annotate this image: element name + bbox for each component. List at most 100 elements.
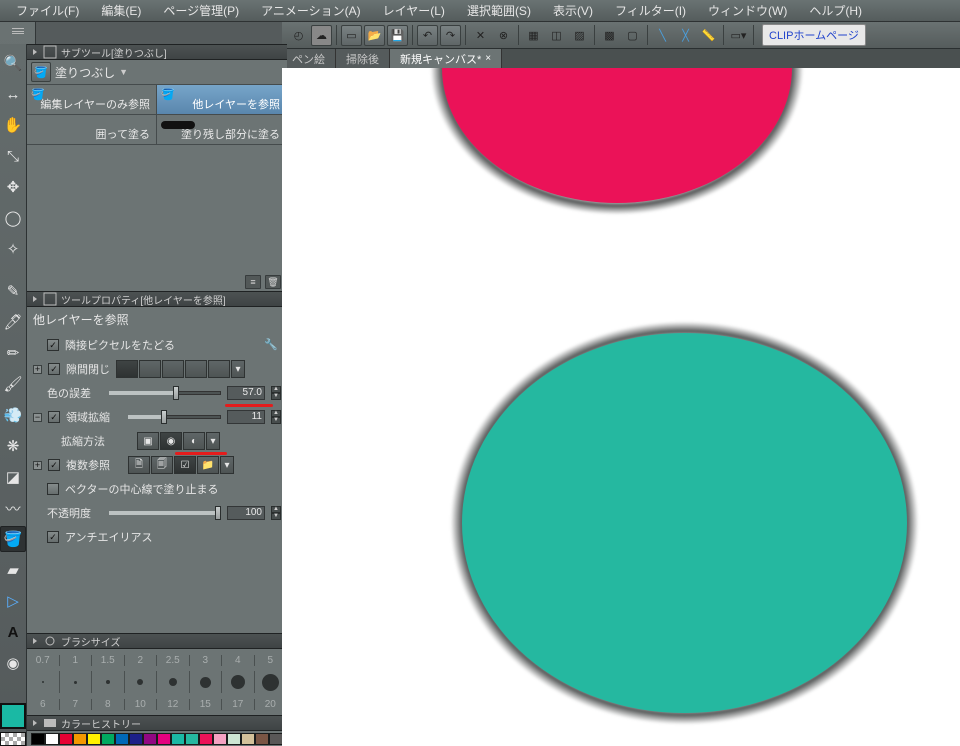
method-darkest[interactable]: ◐ <box>183 432 205 450</box>
subtool-trash-icon[interactable]: 🗑 <box>265 275 281 289</box>
bs-label-2[interactable]: 1.5 <box>92 655 125 666</box>
bs-label-6[interactable]: 4 <box>222 655 255 666</box>
checkbox-gap[interactable]: ✓ <box>48 363 60 375</box>
expand-gap-button[interactable]: + <box>33 365 42 374</box>
method-round[interactable]: ◉ <box>160 432 182 450</box>
color-swatch-3[interactable] <box>73 733 87 745</box>
transparent-color-swatch[interactable] <box>0 732 26 746</box>
menu-select[interactable]: 選択範囲(S) <box>457 0 541 22</box>
opacity-value[interactable]: 100 <box>227 506 265 520</box>
subtool-other-layers[interactable]: 🪣 他レイヤーを参照 <box>157 85 287 115</box>
method-rect[interactable]: ▣ <box>137 432 159 450</box>
area-value[interactable]: 11 <box>227 410 265 424</box>
brushsize-panel-header[interactable]: ブラシサイズ <box>27 633 287 649</box>
menu-layer[interactable]: レイヤー(L) <box>373 0 455 22</box>
color-swatch-13[interactable] <box>213 733 227 745</box>
bs-dot-6[interactable] <box>222 671 255 693</box>
panel-handle-icon[interactable] <box>33 49 37 55</box>
dock-grip-icon[interactable] <box>12 28 24 34</box>
tool-move-icon[interactable]: ↔ <box>0 81 26 107</box>
tool-airbrush-icon[interactable]: 💨 <box>0 402 26 428</box>
panel-handle-icon[interactable] <box>33 638 37 644</box>
checkbox-aa[interactable]: ✓ <box>47 531 59 543</box>
color-swatch-8[interactable] <box>143 733 157 745</box>
bs-label-14[interactable]: 17 <box>222 699 255 710</box>
checkbox-adjacent[interactable]: ✓ <box>47 339 59 351</box>
tool-gradient-icon[interactable]: ▰ <box>0 557 26 583</box>
toolprop-panel-header[interactable]: ツールプロパティ[他レイヤーを参照] <box>27 291 287 307</box>
toolbar-redo-icon[interactable]: ↷ <box>440 25 461 46</box>
toolbar-smartphone-icon[interactable]: ▭▾ <box>728 25 749 46</box>
multi-folder[interactable]: 📁 <box>197 456 219 474</box>
wrench-icon[interactable]: 🔧 <box>264 338 279 353</box>
panel-handle-icon[interactable] <box>33 720 37 726</box>
color-swatch-7[interactable] <box>129 733 143 745</box>
color-swatch-11[interactable] <box>185 733 199 745</box>
bs-label-1[interactable]: 1 <box>60 655 93 666</box>
subtool-enclose-fill[interactable]: 囲って塗る <box>27 115 157 145</box>
toolbar-ruler-icon[interactable]: 📏 <box>698 25 719 46</box>
gap-level-2[interactable] <box>162 360 184 378</box>
tool-eyedropper-icon[interactable]: ✎ <box>0 278 26 304</box>
color-swatch-2[interactable] <box>59 733 73 745</box>
gap-level-0[interactable] <box>116 360 138 378</box>
bs-label-4[interactable]: 2.5 <box>157 655 190 666</box>
tool-eraser-icon[interactable]: ◪ <box>0 464 26 490</box>
tool-wand-icon[interactable]: ✧ <box>0 236 26 262</box>
toolbar-selinvert-icon[interactable]: ▩ <box>599 25 620 46</box>
tool-hand-icon[interactable]: ✋ <box>0 112 26 138</box>
tool-deco-icon[interactable]: ❋ <box>0 433 26 459</box>
tool-brush-icon[interactable]: 🖌 <box>0 371 26 397</box>
checkbox-vector[interactable] <box>47 483 59 495</box>
toolbar-selborder-icon[interactable]: ▢ <box>622 25 643 46</box>
close-icon[interactable]: × <box>485 53 491 64</box>
method-more[interactable]: ▾ <box>206 432 220 450</box>
tolerance-slider[interactable] <box>109 387 221 399</box>
gap-level-4[interactable] <box>208 360 230 378</box>
color-swatch-17[interactable] <box>269 733 283 745</box>
color-swatch-9[interactable] <box>157 733 171 745</box>
menu-window[interactable]: ウィンドウ(W) <box>698 0 797 22</box>
toolbar-snap1-icon[interactable]: ╲ <box>652 25 673 46</box>
color-swatch-15[interactable] <box>241 733 255 745</box>
tab-doc-1[interactable]: 掃除後 <box>336 49 390 68</box>
bs-label-11[interactable]: 10 <box>125 699 158 710</box>
bs-dot-2[interactable] <box>92 671 125 693</box>
bucket-icon[interactable]: 🪣 <box>31 62 51 82</box>
tool-zoom-icon[interactable]: 🔍 <box>0 50 26 76</box>
bs-dot-0[interactable] <box>27 671 60 693</box>
bs-dot-4[interactable] <box>157 671 190 693</box>
bs-label-10[interactable]: 8 <box>92 699 125 710</box>
toolbar-deleteout-icon[interactable]: ⊗ <box>493 25 514 46</box>
area-spinner[interactable]: ▲▼ <box>271 410 281 424</box>
bs-label-12[interactable]: 12 <box>157 699 190 710</box>
toolbar-delete-icon[interactable]: ✕ <box>470 25 491 46</box>
bs-dot-1[interactable] <box>60 671 93 693</box>
opacity-spinner[interactable]: ▲▼ <box>271 506 281 520</box>
tab-doc-2[interactable]: 新規キャンバス*× <box>390 49 502 68</box>
menu-file[interactable]: ファイル(F) <box>6 0 89 22</box>
clip-homepage-link[interactable]: CLIPホームページ <box>762 24 866 46</box>
checkbox-multi[interactable]: ✓ <box>48 459 60 471</box>
tool-layermove-icon[interactable]: ✥ <box>0 174 26 200</box>
bs-dot-3[interactable] <box>125 671 158 693</box>
menu-view[interactable]: 表示(V) <box>543 0 603 22</box>
toolbar-fill-icon[interactable]: ▦ <box>523 25 544 46</box>
tool-figure-icon[interactable]: ▷ <box>0 588 26 614</box>
tab-doc-0[interactable]: ペン絵 <box>282 49 336 68</box>
bs-label-3[interactable]: 2 <box>125 655 158 666</box>
foreground-color-swatch[interactable] <box>0 703 26 729</box>
bs-label-8[interactable]: 6 <box>27 699 60 710</box>
menu-anim[interactable]: アニメーション(A) <box>251 0 371 22</box>
chevron-down-icon[interactable]: ▼ <box>119 67 131 77</box>
subtool-edit-layer-only[interactable]: 🪣 編集レイヤーのみ参照 <box>27 85 157 115</box>
bs-label-9[interactable]: 7 <box>60 699 93 710</box>
subtool-leftover-fill[interactable]: 塗り残し部分に塗る <box>157 115 287 145</box>
color-swatch-6[interactable] <box>115 733 129 745</box>
bs-dot-5[interactable] <box>190 671 223 693</box>
panel-handle-icon[interactable] <box>33 296 37 302</box>
expand-multi-button[interactable]: + <box>33 461 42 470</box>
menu-help[interactable]: ヘルプ(H) <box>799 0 872 22</box>
gap-level-more[interactable]: ▾ <box>231 360 245 378</box>
tool-fill-icon[interactable]: 🪣 <box>0 526 26 552</box>
